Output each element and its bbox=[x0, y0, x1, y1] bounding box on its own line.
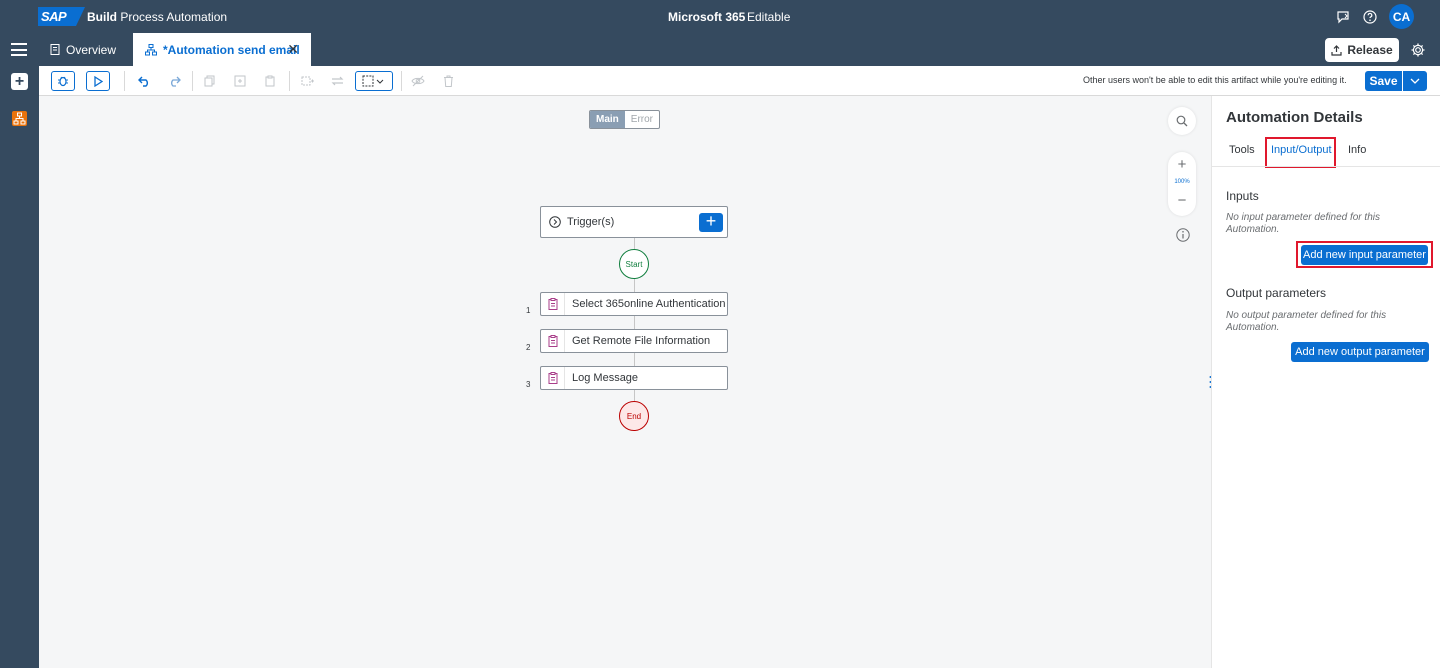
left-rail: + bbox=[0, 66, 39, 668]
start-node[interactable]: Start bbox=[619, 249, 649, 279]
mode-error[interactable]: Error bbox=[625, 111, 659, 128]
bug-icon bbox=[58, 76, 68, 87]
paste-icon[interactable] bbox=[262, 71, 278, 91]
automation-icon bbox=[145, 43, 157, 56]
project-status: Editable bbox=[747, 10, 791, 24]
document-icon bbox=[50, 44, 60, 55]
zoom-out-icon[interactable]: − bbox=[1168, 192, 1196, 209]
edit-lock-note: Other users won't be able to edit this a… bbox=[1083, 75, 1347, 85]
run-button[interactable] bbox=[86, 71, 110, 91]
tab-info[interactable]: Info bbox=[1348, 144, 1366, 156]
artifacts-tree-icon[interactable] bbox=[12, 111, 27, 126]
add-output-parameter-button[interactable]: Add new output parameter bbox=[1291, 342, 1429, 362]
tab-automation[interactable]: *Automation send email ✕ bbox=[133, 33, 311, 66]
tab-row: Overview *Automation send email ✕ Releas… bbox=[0, 33, 1440, 66]
clipboard-icon bbox=[541, 367, 565, 389]
panel-title: Automation Details bbox=[1226, 109, 1363, 126]
copy-icon[interactable] bbox=[202, 71, 218, 91]
outputs-empty-note: No output parameter defined for this Aut… bbox=[1226, 310, 1387, 333]
search-icon[interactable] bbox=[1168, 107, 1196, 135]
delete-icon[interactable] bbox=[440, 71, 456, 91]
save-options-button[interactable] bbox=[1402, 71, 1427, 91]
trigger-label: Trigger(s) bbox=[567, 216, 615, 228]
tab-overview[interactable]: Overview bbox=[50, 33, 116, 66]
step-select-authentication[interactable]: Select 365online Authentication bbox=[540, 292, 728, 316]
swap-icon[interactable] bbox=[329, 71, 345, 91]
step-get-remote-file[interactable]: Get Remote File Information bbox=[540, 329, 728, 353]
redo-icon[interactable] bbox=[166, 71, 182, 91]
shell-bar: SAP Build Process Automation Microsoft 3… bbox=[0, 0, 1440, 33]
sap-logo[interactable]: SAP bbox=[38, 7, 85, 26]
close-tab-icon[interactable]: ✕ bbox=[287, 41, 299, 58]
zoom-stack: + 100% − bbox=[1168, 152, 1196, 216]
editor-toolbar: Other users won't be able to edit this a… bbox=[39, 66, 1440, 96]
tab-tools[interactable]: Tools bbox=[1229, 144, 1255, 156]
release-button[interactable]: Release bbox=[1325, 38, 1399, 62]
upload-icon bbox=[1331, 44, 1342, 56]
mode-main[interactable]: Main bbox=[590, 111, 625, 128]
step-number: 2 bbox=[526, 343, 531, 352]
group-icon[interactable] bbox=[299, 71, 315, 91]
help-icon[interactable] bbox=[1360, 7, 1380, 27]
highlight-box bbox=[1265, 137, 1336, 168]
add-icon[interactable]: + bbox=[11, 73, 28, 90]
zoom-in-icon[interactable]: + bbox=[1168, 156, 1196, 173]
user-avatar[interactable]: CA bbox=[1389, 4, 1414, 29]
end-node[interactable]: End bbox=[619, 401, 649, 431]
step-number: 3 bbox=[526, 380, 531, 389]
step-log-message[interactable]: Log Message bbox=[540, 366, 728, 390]
flow-mode-toggle: Main Error bbox=[589, 110, 661, 129]
app-title: Build Process Automation bbox=[87, 10, 228, 24]
zoom-level[interactable]: 100% bbox=[1168, 179, 1196, 185]
menu-icon[interactable] bbox=[11, 43, 27, 56]
chevron-down-icon bbox=[1410, 78, 1420, 84]
inputs-empty-note: No input parameter defined for this Auto… bbox=[1226, 212, 1380, 235]
trigger-node[interactable]: Trigger(s) + bbox=[540, 206, 728, 238]
clipboard-icon bbox=[541, 293, 565, 315]
debug-button[interactable] bbox=[51, 71, 75, 91]
selection-dropdown[interactable] bbox=[355, 71, 393, 91]
project-name: Microsoft 365 bbox=[668, 10, 746, 24]
clipboard-icon bbox=[541, 330, 565, 352]
automation-details-panel: Automation Details Tools Input/Output In… bbox=[1211, 96, 1440, 668]
highlight-box bbox=[1296, 241, 1433, 268]
info-icon[interactable] bbox=[1176, 228, 1190, 242]
save-button[interactable]: Save bbox=[1365, 71, 1402, 91]
play-icon bbox=[94, 75, 103, 87]
add-trigger-button[interactable]: + bbox=[699, 212, 723, 232]
step-number: 1 bbox=[526, 306, 531, 315]
undo-icon[interactable] bbox=[136, 71, 152, 91]
inputs-title: Inputs bbox=[1226, 189, 1259, 203]
visibility-icon[interactable] bbox=[410, 71, 426, 91]
cut-icon[interactable] bbox=[232, 71, 248, 91]
feedback-icon[interactable] bbox=[1333, 7, 1353, 27]
automation-canvas[interactable]: Main Error Trigger(s) + Start 1 Select 3… bbox=[39, 96, 1211, 668]
select-area-icon bbox=[362, 75, 384, 87]
zoom-controls: + 100% − bbox=[1168, 107, 1196, 216]
trigger-icon bbox=[549, 216, 561, 228]
gear-icon[interactable] bbox=[1410, 42, 1426, 58]
outputs-title: Output parameters bbox=[1226, 286, 1327, 300]
